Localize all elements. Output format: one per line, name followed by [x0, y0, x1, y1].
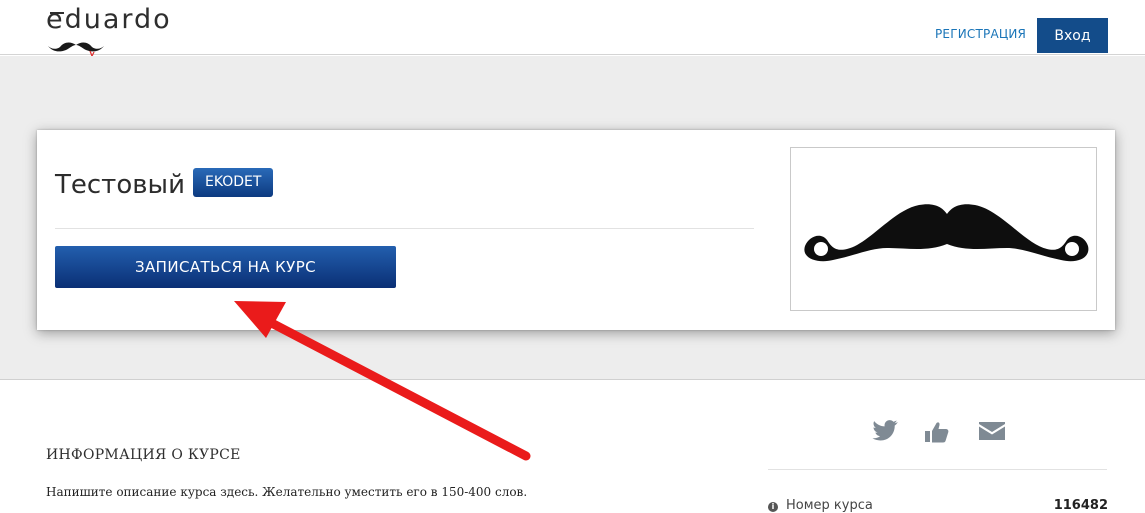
- enroll-button[interactable]: ЗАПИСАТЬСЯ НА КУРС: [55, 246, 396, 288]
- login-button[interactable]: Вход: [1037, 18, 1108, 53]
- card-divider: [55, 228, 754, 229]
- course-hero: Тестовый EKODET ЗАПИСАТЬСЯ НА КУРС: [0, 56, 1145, 380]
- mail-icon[interactable]: [978, 420, 1006, 446]
- sidebar-divider: [768, 469, 1107, 470]
- course-image: [790, 147, 1097, 311]
- course-title: Тестовый: [55, 170, 185, 200]
- course-code-badge: EKODET: [192, 167, 274, 197]
- course-number-label: Номер курса: [786, 498, 873, 513]
- register-link[interactable]: РЕГИСТРАЦИЯ: [935, 27, 1026, 41]
- course-description: Напишите описание курса здесь. Желательн…: [46, 485, 528, 499]
- like-icon[interactable]: [924, 420, 950, 448]
- course-info-heading: ИНФОРМАЦИЯ О КУРСЕ: [46, 447, 241, 463]
- site-header: eduardo РЕГИСТРАЦИЯ Вход: [0, 0, 1145, 58]
- twitter-icon[interactable]: [872, 420, 898, 446]
- logo-text: eduardo: [46, 4, 172, 35]
- course-number-row: i Номер курса 116482: [768, 498, 1108, 513]
- info-icon: i: [768, 502, 778, 512]
- eduardo-logo[interactable]: eduardo: [46, 4, 206, 60]
- course-number-value: 116482: [1053, 498, 1108, 513]
- logo-accent-bar: [50, 12, 64, 14]
- course-title-row: Тестовый EKODET: [55, 167, 274, 200]
- mustache-icon: [804, 204, 1089, 262]
- course-card: Тестовый EKODET ЗАПИСАТЬСЯ НА КУРС: [37, 130, 1115, 330]
- social-share: [868, 420, 1018, 452]
